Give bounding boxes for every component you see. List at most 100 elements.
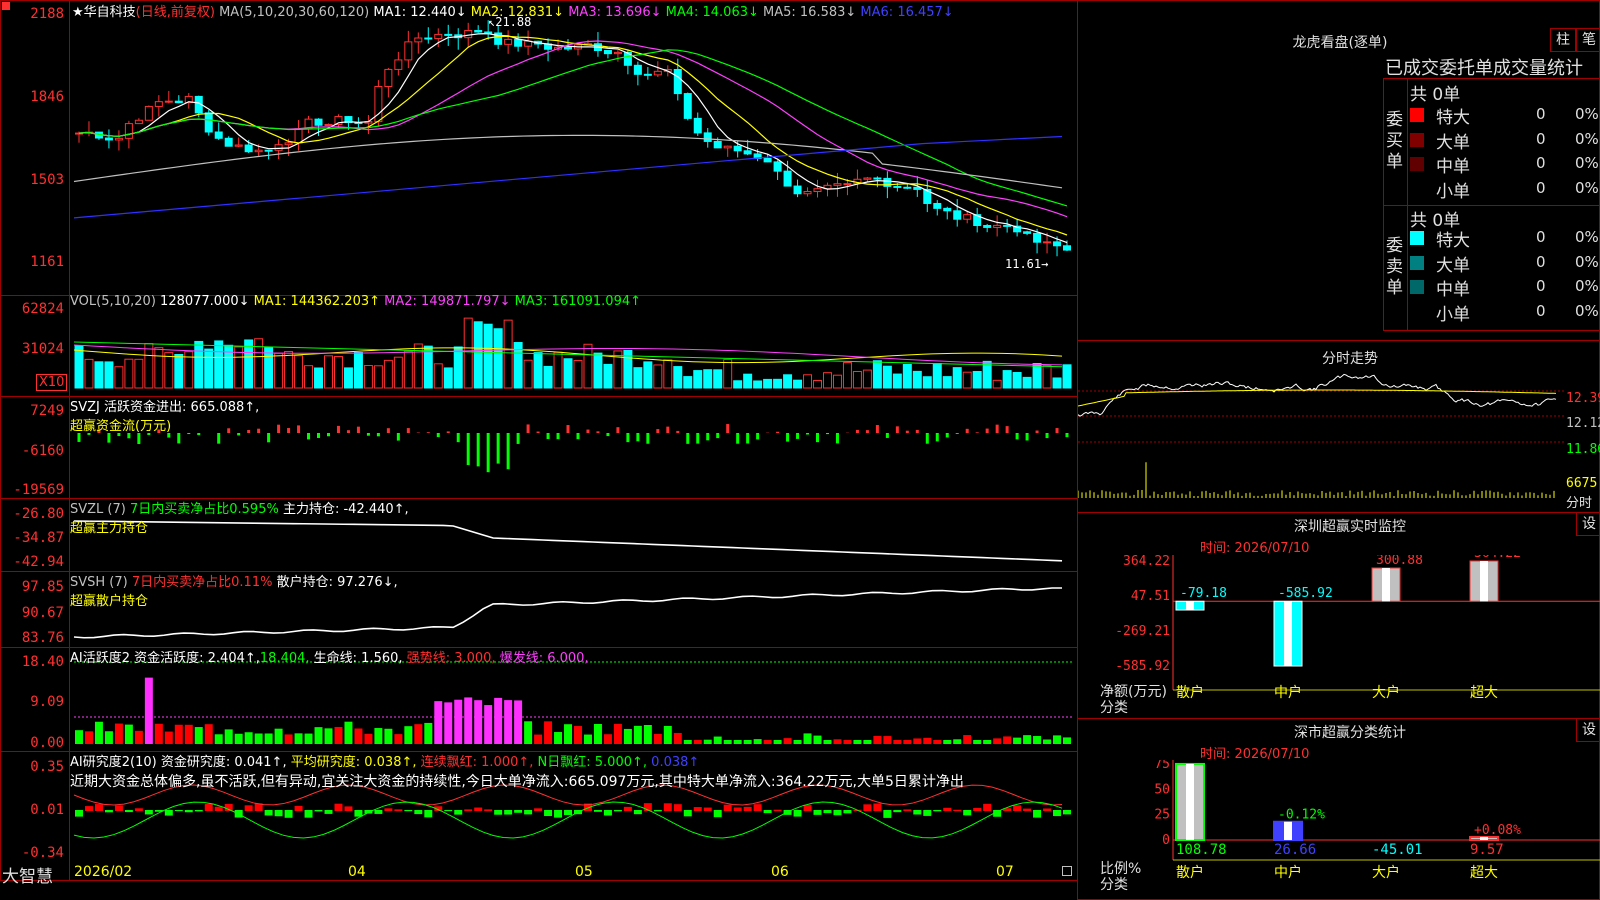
volume-header: VOL(5,10,20) 128077.000↓ MA1: 144362.203… (70, 294, 642, 309)
monitor-cat-0: 散户 (1176, 684, 1204, 701)
buy-rows-num-1: 0 (1536, 129, 1546, 148)
ai-activity-bar (883, 736, 892, 744)
ai-activity-bar (274, 728, 283, 744)
svzj-ytick-1: -6160 (21, 443, 64, 459)
ai-research-bar (374, 810, 383, 814)
ai-activity-bar (713, 736, 722, 744)
svzj-ytick-2: -19569 (13, 482, 64, 498)
lock-icon[interactable] (1062, 866, 1072, 876)
ai-activity-bar (574, 726, 582, 744)
ai-research-bar (843, 810, 852, 814)
ai-research-bar (454, 810, 463, 815)
stats-title: 深市超赢分类统计 (1294, 725, 1406, 741)
candle-down (1063, 245, 1072, 251)
tick-mode-button[interactable]: 笔 (1576, 28, 1600, 52)
candle-up (294, 128, 303, 144)
ai-research-bar (134, 808, 143, 811)
vol-ytick-0: 62824 (21, 301, 64, 317)
volume-bar-down (1012, 372, 1022, 389)
monitor-settings-button[interactable]: 设 (1576, 512, 1600, 536)
volume-bar-up (134, 358, 144, 389)
ai-research-bar (663, 803, 672, 811)
volume-bar-up (962, 371, 972, 389)
bar-mode-button[interactable]: 柱 (1550, 28, 1576, 52)
month-label-1: 04 (348, 864, 366, 880)
ai-activity-bar (893, 740, 902, 744)
volume-bar-down (214, 340, 224, 389)
ai-activity-bar (783, 738, 792, 744)
volume-bar-up (114, 366, 124, 389)
candle-down (1023, 231, 1032, 234)
sell-rows-num-3: 0 (1536, 301, 1546, 320)
volume-bar-down (314, 367, 323, 389)
ai-research-bar (1043, 808, 1052, 811)
candle-up (504, 38, 513, 45)
ai-research-bar (683, 810, 692, 817)
volume-bar-up (164, 352, 174, 389)
ai-activity-bar (294, 733, 303, 744)
monitor-bar-label-1: -585.92 (1278, 586, 1333, 601)
volume-bar-up (583, 343, 593, 389)
candle-down (214, 131, 223, 139)
ai-activity-bar (514, 700, 523, 744)
candle-up (613, 51, 622, 55)
sell-rows-pct-2: 0% (1575, 277, 1599, 295)
volume-bar-up (573, 360, 583, 389)
ai-activity-bar (943, 740, 952, 744)
volume-bar-down (104, 361, 114, 389)
ai-activity-bar (923, 737, 932, 744)
buy-rows-name-1: 大单 (1436, 132, 1470, 153)
ai2-ytick-2: -0.34 (21, 845, 64, 861)
candle-down (703, 132, 712, 142)
ai-research-bar (144, 810, 153, 815)
buy-rows-swatch-3 (1410, 181, 1424, 196)
ai-research-bar (633, 810, 642, 815)
dragon-tabs[interactable]: 已成交委托单成交量统计 (1385, 54, 1583, 80)
ai-activity-bar (334, 726, 343, 744)
ai-activity-bar (124, 724, 133, 744)
volume-bar-up (653, 364, 663, 389)
intraday-vol-label: 分时 (1566, 496, 1593, 511)
ai-research-bar (284, 810, 293, 818)
ai-research-bar (753, 804, 762, 811)
ai-activity-bar (753, 739, 762, 744)
volume-bar-down (902, 364, 912, 389)
volume-bar-down (942, 376, 952, 389)
sell-rows-name-0: 特大 (1436, 231, 1470, 251)
volume-bar-up (723, 358, 733, 389)
ai-research-bar (164, 810, 173, 816)
ai-research-bar (653, 810, 662, 812)
volume-bar-up (294, 355, 304, 389)
ai2-ytick-1: 0.01 (30, 802, 64, 818)
ai-research-bar (913, 810, 922, 815)
volume-bar-up (862, 369, 872, 389)
volume-bar-up (463, 317, 473, 389)
ai-research-bar (304, 810, 313, 818)
ma4-line (78, 49, 1068, 207)
volume-bar-up (234, 346, 244, 389)
stats-bar-highlight-0 (1186, 763, 1194, 840)
ai-research-bar (334, 803, 343, 811)
sell-rows-name-3: 小单 (1436, 304, 1470, 325)
intraday-avg-line (1078, 389, 1557, 407)
sell-rows-swatch-1 (1410, 255, 1424, 270)
ai-research-bar (424, 810, 433, 818)
candle-down (1053, 241, 1062, 247)
candle-down (943, 207, 952, 212)
volume-bar-up (503, 319, 513, 389)
stats-ytick-3: 0 (1162, 833, 1170, 848)
ai-activity-bar (244, 732, 253, 744)
svsh-ytick-2: 83.76 (21, 630, 64, 646)
high-price-mark: ↖21.88 (488, 15, 532, 29)
vol-ytick-1: 31024 (21, 341, 64, 357)
stats-settings-button[interactable]: 设 (1576, 718, 1600, 742)
volume-bar-down (1062, 364, 1072, 389)
candle-down (424, 37, 433, 40)
candle-up (124, 123, 133, 139)
volume-bars (73, 317, 1072, 389)
ai-research-bar (324, 810, 333, 814)
ai-research-bar (963, 810, 972, 816)
ai-activity-bar (304, 733, 313, 744)
candle-up (963, 214, 972, 220)
volume-bar-down (733, 380, 743, 389)
